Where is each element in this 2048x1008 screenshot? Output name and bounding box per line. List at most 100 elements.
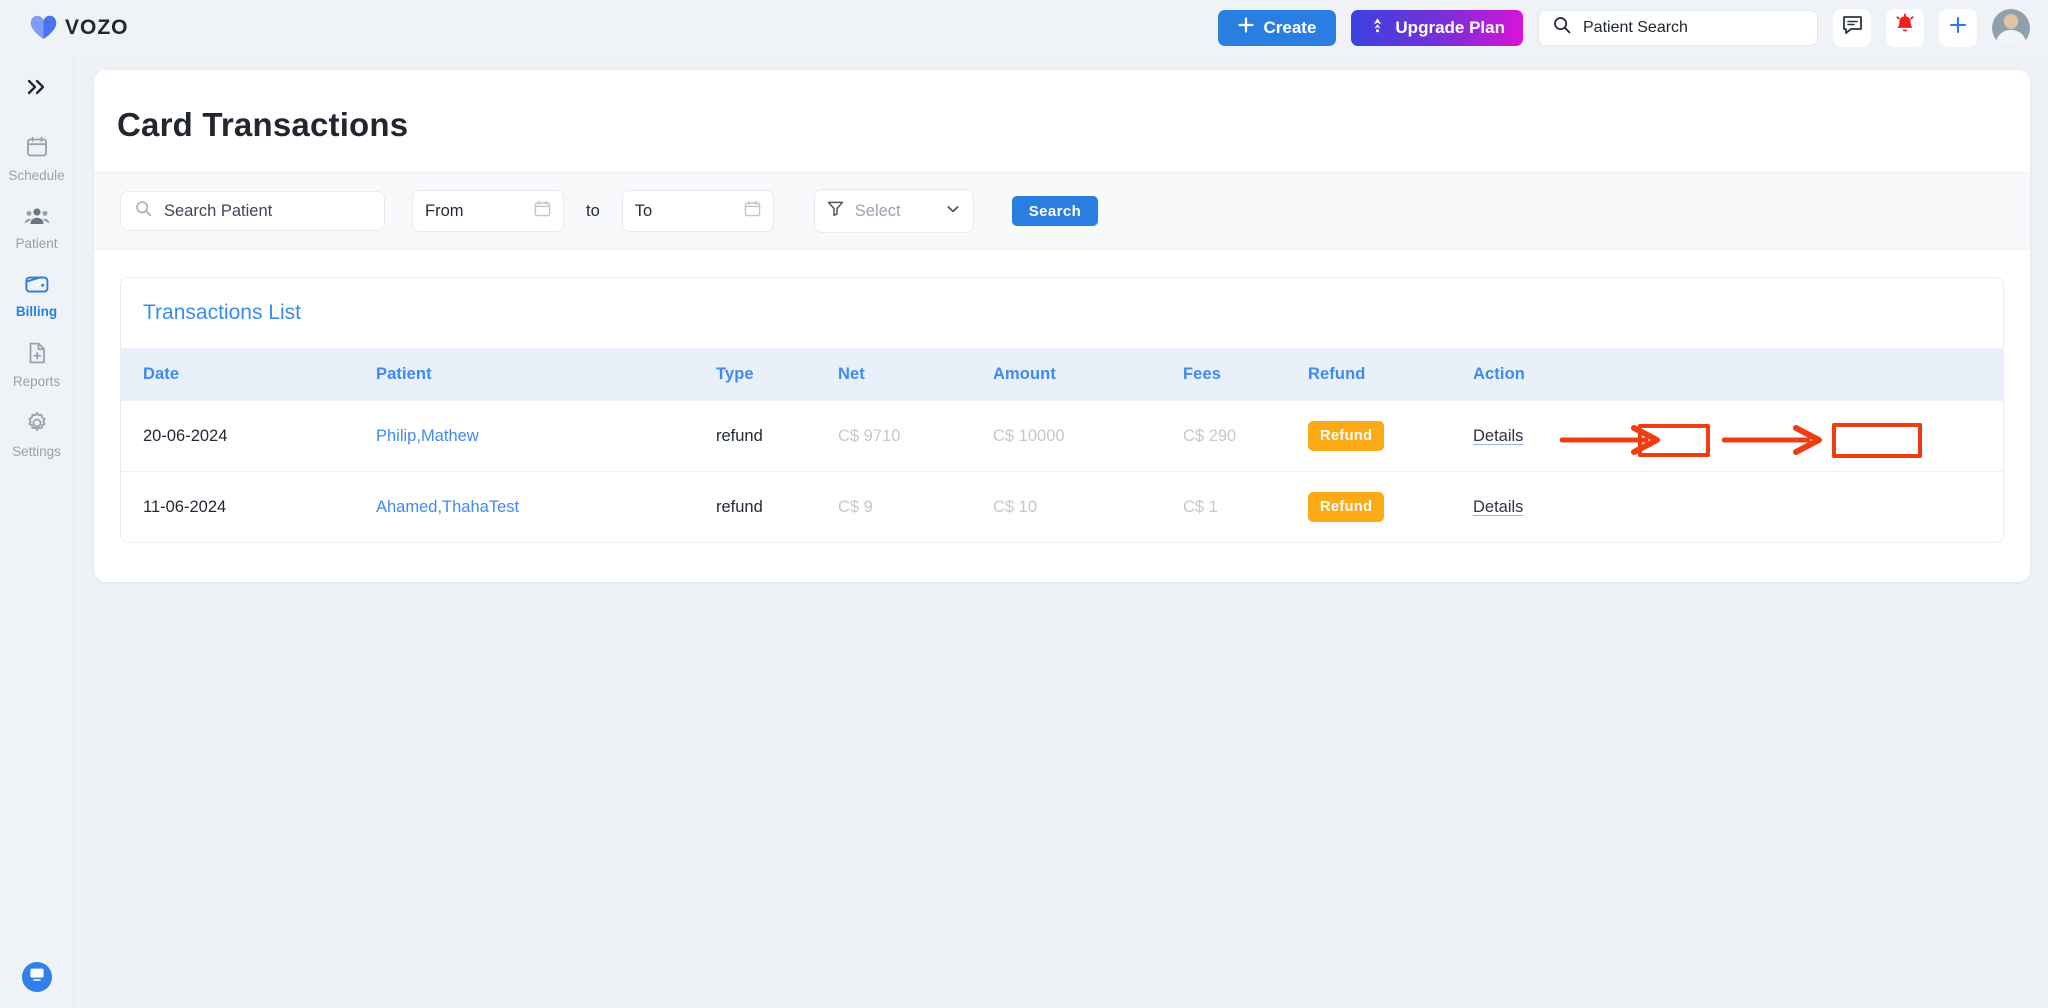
details-link[interactable]: Details xyxy=(1473,498,1523,516)
cell-date: 11-06-2024 xyxy=(143,497,227,516)
transactions-panel: Transactions List Date Patient Type Net … xyxy=(120,277,2004,543)
calendar-icon xyxy=(744,200,761,222)
cell-type: refund xyxy=(716,426,763,445)
search-button[interactable]: Search xyxy=(1011,196,1099,226)
top-bar-actions: Create Upgrade Plan xyxy=(1218,0,2030,55)
column-header-refund[interactable]: Refund xyxy=(1308,348,1473,401)
column-header-patient[interactable]: Patient xyxy=(376,348,716,401)
avatar[interactable] xyxy=(1992,8,2030,47)
cell-amount: C$ 10 xyxy=(993,497,1038,516)
details-link[interactable]: Details xyxy=(1473,427,1523,445)
cell-patient: Philip,Mathew xyxy=(376,401,716,472)
add-button[interactable] xyxy=(1939,8,1977,47)
filter-bar: From to To xyxy=(94,172,2030,250)
to-date-label: To xyxy=(634,201,653,220)
patient-link[interactable]: Philip,Mathew xyxy=(376,427,479,445)
page-title: Card Transactions xyxy=(117,106,409,143)
avatar-body xyxy=(1996,29,2026,47)
plus-icon xyxy=(1238,17,1255,38)
app-logo[interactable]: VOZO xyxy=(30,15,129,40)
chat-icon xyxy=(1842,15,1863,40)
column-header-type[interactable]: Type xyxy=(716,348,838,401)
refund-badge[interactable]: Refund xyxy=(1308,421,1385,451)
table-header-row: Date Patient Type Net Amount Fees Refund… xyxy=(121,348,2003,401)
cell-refund: Refund xyxy=(1308,472,1473,543)
people-icon xyxy=(24,205,50,232)
create-button-label: Create xyxy=(1263,17,1317,37)
to-date-input[interactable]: To xyxy=(621,190,774,232)
annotation-box-refund-badge xyxy=(1638,424,1710,457)
search-icon xyxy=(1553,16,1571,39)
cell-amount: C$ 10000 xyxy=(993,426,1065,445)
column-header-net[interactable]: Net xyxy=(838,348,993,401)
patient-link[interactable]: Ahamed,ThahaTest xyxy=(376,498,519,516)
patient-search-box[interactable] xyxy=(1538,9,1818,46)
wallet-icon xyxy=(24,273,50,300)
table-body: 20-06-2024 Philip,Mathew refund C$ 9710 … xyxy=(121,401,2003,542)
column-header-action[interactable]: Action xyxy=(1473,348,2003,401)
cell-date: 20-06-2024 xyxy=(143,426,228,445)
column-header-amount[interactable]: Amount xyxy=(993,348,1183,401)
sidebar-item-label: Reports xyxy=(12,374,61,389)
from-date-label: From xyxy=(425,201,464,220)
chevron-down-icon xyxy=(945,201,961,222)
patient-search-input[interactable] xyxy=(1583,18,1803,37)
messages-button[interactable] xyxy=(1833,8,1871,47)
cell-action: Details xyxy=(1473,472,2003,543)
screen-share-button[interactable] xyxy=(21,962,52,992)
sidebar-item-label: Schedule xyxy=(8,168,65,183)
annotation-box-details-link xyxy=(1832,423,1922,458)
document-plus-icon xyxy=(25,341,49,370)
upgrade-plan-button[interactable]: Upgrade Plan xyxy=(1351,9,1523,46)
gear-icon xyxy=(25,411,49,440)
cell-net: C$ 9 xyxy=(838,497,873,516)
type-filter-select[interactable]: Select xyxy=(813,189,974,233)
cell-net: C$ 9710 xyxy=(838,426,901,445)
table-row[interactable]: 20-06-2024 Philip,Mathew refund C$ 9710 … xyxy=(121,401,2003,472)
sidebar-item-label: Patient xyxy=(15,236,58,251)
upgrade-plan-label: Upgrade Plan xyxy=(1395,17,1505,37)
sidebar: Schedule Patient Billing Reports Setting… xyxy=(0,55,74,1008)
patient-filter-search[interactable] xyxy=(120,191,385,231)
sidebar-item-billing[interactable]: Billing xyxy=(0,273,73,319)
from-date-input[interactable]: From xyxy=(412,190,564,232)
main-content-card: Card Transactions From to To xyxy=(94,70,2030,582)
date-range-separator: to xyxy=(586,201,600,220)
plus-icon xyxy=(1948,15,1968,40)
create-button[interactable]: Create xyxy=(1218,9,1337,46)
transactions-list-title: Transactions List xyxy=(143,301,301,324)
sidebar-item-label: Settings xyxy=(12,444,61,459)
transactions-table: Date Patient Type Net Amount Fees Refund… xyxy=(121,348,2003,542)
calendar-icon xyxy=(534,200,551,222)
notifications-button[interactable] xyxy=(1886,8,1924,47)
monitor-icon xyxy=(29,967,45,987)
table-row[interactable]: 11-06-2024 Ahamed,ThahaTest refund C$ 9 … xyxy=(121,472,2003,543)
chevron-double-right-icon xyxy=(26,78,48,101)
cell-patient: Ahamed,ThahaTest xyxy=(376,472,716,543)
sidebar-item-schedule[interactable]: Schedule xyxy=(0,135,73,183)
cell-refund: Refund xyxy=(1308,401,1473,472)
bell-icon xyxy=(1893,13,1917,42)
sidebar-item-reports[interactable]: Reports xyxy=(0,341,73,389)
column-header-date[interactable]: Date xyxy=(121,348,376,401)
search-icon xyxy=(135,200,152,222)
rocket-icon xyxy=(1369,17,1386,38)
sidebar-expand-button[interactable] xyxy=(0,65,73,113)
sidebar-item-settings[interactable]: Settings xyxy=(0,411,73,459)
cell-fees: C$ 290 xyxy=(1183,426,1237,445)
refund-badge[interactable]: Refund xyxy=(1308,492,1385,522)
top-bar: VOZO Create Upgrade Plan xyxy=(0,0,2048,55)
funnel-icon xyxy=(827,200,844,222)
cell-action: Details xyxy=(1473,401,2003,472)
sidebar-item-label: Billing xyxy=(15,304,58,319)
heart-icon xyxy=(30,15,57,40)
select-value: Select xyxy=(854,201,901,220)
column-header-fees[interactable]: Fees xyxy=(1183,348,1308,401)
search-patient-input[interactable] xyxy=(164,201,370,221)
logo-text: VOZO xyxy=(65,15,129,39)
cell-fees: C$ 1 xyxy=(1183,497,1218,516)
sidebar-item-patient[interactable]: Patient xyxy=(0,205,73,251)
cell-type: refund xyxy=(716,497,763,516)
calendar-icon xyxy=(25,135,49,164)
table-head: Date Patient Type Net Amount Fees Refund… xyxy=(121,348,2003,401)
